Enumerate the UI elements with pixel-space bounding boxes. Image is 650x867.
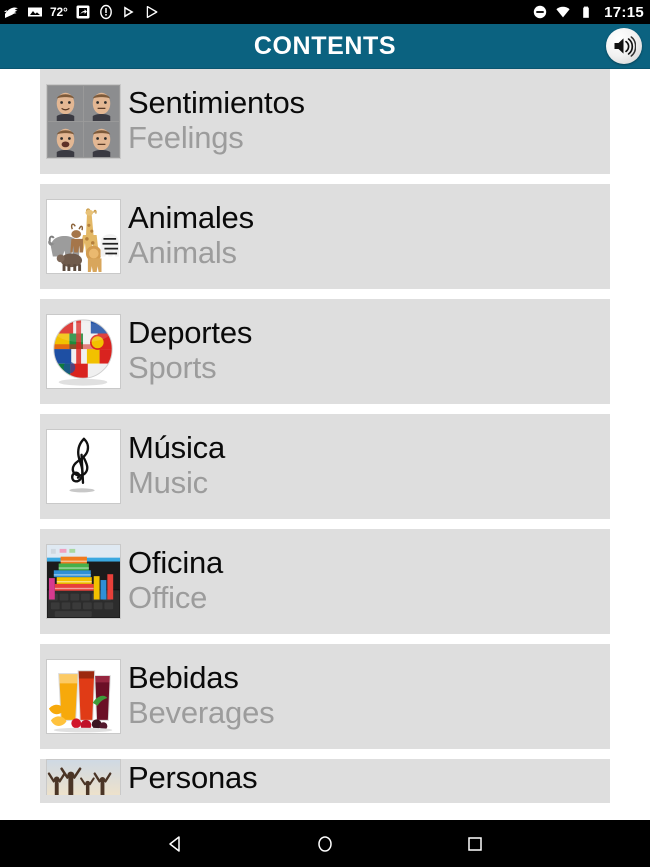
warning-icon [98,4,114,20]
list-item[interactable]: Música Music [40,414,610,519]
list-item[interactable]: Personas [40,759,610,803]
list-item-primary-label: Sentimientos [128,85,305,121]
wifi-icon [555,4,571,20]
list-item-secondary-label: Sports [128,349,217,385]
temperature-text: 72° [50,5,68,19]
list-item[interactable]: Bebidas Beverages [40,644,610,749]
speaker-icon[interactable] [606,28,642,64]
do-not-disturb-icon [532,4,548,20]
list-item[interactable]: Sentimientos Feelings [40,69,610,174]
thumbnail-people [46,759,121,795]
screenshot-icon [75,4,91,20]
list-item[interactable]: Deportes Sports [40,299,610,404]
list-item-labels: Bebidas Beverages [128,660,275,731]
list-item-primary-label: Personas [128,760,258,795]
list-item-primary-label: Animales [128,200,254,236]
list-item-labels: Música Music [128,431,225,501]
page-title: CONTENTS [253,31,397,60]
back-button[interactable] [160,829,190,859]
thumbnail-office [46,544,121,619]
list-item-primary-label: Oficina [128,545,224,581]
list-item-secondary-label: Animals [128,234,237,270]
battery-icon [578,4,594,20]
photo-icon [27,4,43,20]
android-nav-bar [0,820,650,867]
list-item-secondary-label: Office [128,579,208,615]
list-item-labels: Animales Animals [128,201,254,271]
home-button[interactable] [310,829,340,859]
thumbnail-animals [46,199,121,274]
status-bar-clock: 17:15 [604,3,644,21]
thumbnail-feelings [46,84,121,159]
status-bar-left: 72° [4,4,160,20]
thumbnail-sports [46,314,121,389]
recents-button[interactable] [460,829,490,859]
status-bar-right: 17:15 [532,4,644,21]
list-item-secondary-label: Feelings [128,119,244,155]
thumbnail-music [46,429,121,504]
play-icon [144,4,160,20]
list-item-labels: Personas [128,760,258,795]
app-header: CONTENTS [0,24,650,69]
list-item[interactable]: Oficina Office [40,529,610,634]
list-item-labels: Deportes Sports [128,316,252,386]
play-store-icon [121,4,137,20]
status-bar: 72° 17:15 [0,0,650,24]
weather-wind-icon [4,4,20,20]
list-item-primary-label: Bebidas [128,660,239,696]
list-item-labels: Sentimientos Feelings [128,86,305,156]
thumbnail-beverages [46,659,121,734]
list-item-primary-label: Deportes [128,315,253,351]
list-item-labels: Oficina Office [128,546,223,616]
list-item[interactable]: Animales Animals [40,184,610,289]
contents-list[interactable]: Sentimientos Feelings Animales Animals D… [0,69,650,820]
list-item-secondary-label: Music [128,464,208,500]
list-item-primary-label: Música [128,430,225,466]
list-item-secondary-label: Beverages [128,694,275,730]
